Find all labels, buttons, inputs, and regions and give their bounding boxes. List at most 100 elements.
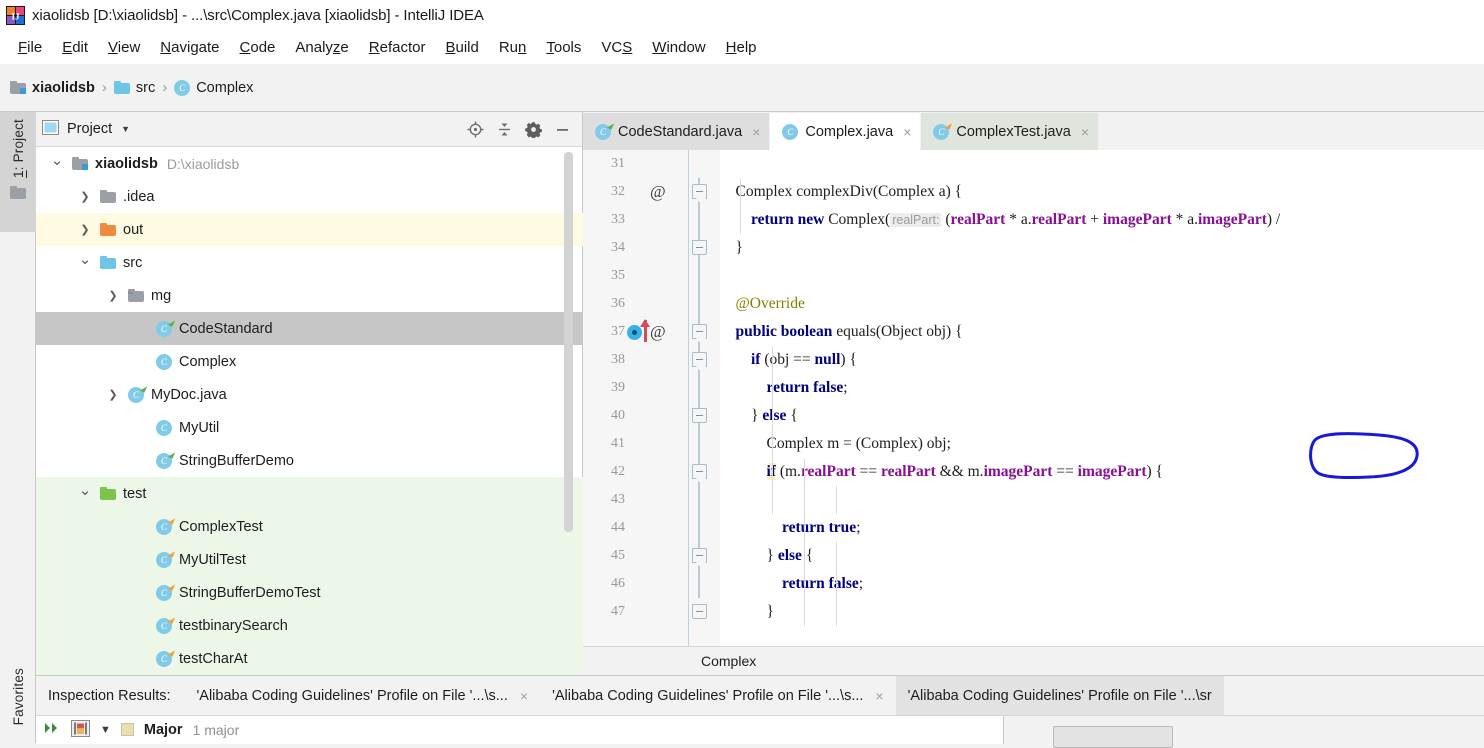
code-line[interactable]: if (m.realPart == realPart && m.imagePar… bbox=[720, 458, 1163, 486]
group-by-severity-icon[interactable] bbox=[71, 719, 90, 740]
fold-collapse-icon[interactable] bbox=[692, 184, 707, 204]
menu-edit[interactable]: Edit bbox=[52, 36, 98, 59]
annotation-gutter-icon[interactable]: @ bbox=[650, 182, 666, 202]
tree-row-mydoc-java[interactable]: CMyDoc.java bbox=[36, 378, 583, 411]
editor-gutter[interactable]: 31 32 @33 34 35 36 37 @38 39 40 41 42 43 44 45 46 47 bbox=[583, 150, 688, 646]
breadcrumb-item-project[interactable]: xiaolidsb bbox=[10, 80, 95, 96]
code-line[interactable]: return false; bbox=[720, 570, 863, 598]
menu-view[interactable]: View bbox=[98, 36, 150, 59]
menu-refactor[interactable]: Refactor bbox=[359, 36, 436, 59]
gutter-line[interactable]: 39 bbox=[583, 374, 688, 402]
gutter-line[interactable]: 45 bbox=[583, 542, 688, 570]
code-line[interactable]: @Override bbox=[720, 290, 805, 318]
gutter-line[interactable]: 33 bbox=[583, 206, 688, 234]
fold-collapse-icon[interactable] bbox=[692, 548, 707, 568]
tree-row-mg[interactable]: mg bbox=[36, 279, 583, 312]
code-line[interactable]: public boolean equals(Object obj) { bbox=[720, 318, 963, 346]
tree-row-myutil[interactable]: C MyUtil bbox=[36, 411, 583, 444]
tree-row-testbinarysearch[interactable]: CtestbinarySearch bbox=[36, 609, 583, 642]
menu-window[interactable]: Window bbox=[642, 36, 715, 59]
gutter-line[interactable]: 46 bbox=[583, 570, 688, 598]
editor-tab-codestandard-java[interactable]: C CodeStandard.java × bbox=[583, 113, 770, 150]
chevron-down-icon[interactable]: ▼ bbox=[100, 724, 111, 736]
menu-tools[interactable]: Tools bbox=[536, 36, 591, 59]
locate-target-icon[interactable] bbox=[466, 120, 485, 139]
project-tree-scrollbar[interactable] bbox=[564, 152, 573, 532]
chevron-right-icon[interactable] bbox=[76, 223, 94, 236]
fold-collapse-icon[interactable] bbox=[692, 324, 707, 344]
code-line[interactable]: } bbox=[720, 598, 774, 626]
gutter-line[interactable]: 40 bbox=[583, 402, 688, 430]
tree-row-complextest[interactable]: C ComplexTest bbox=[36, 510, 583, 543]
override-arrow-icon[interactable] bbox=[640, 319, 650, 342]
menu-navigate[interactable]: Navigate bbox=[150, 36, 229, 59]
menu-code[interactable]: Code bbox=[230, 36, 286, 59]
gutter-line[interactable]: 47 bbox=[583, 598, 688, 626]
inspection-detail-button[interactable] bbox=[1053, 726, 1173, 748]
fold-end-icon[interactable] bbox=[692, 240, 707, 255]
gutter-line[interactable]: 35 bbox=[583, 262, 688, 290]
code-line[interactable]: } else { bbox=[720, 402, 798, 430]
gutter-line[interactable]: 44 bbox=[583, 514, 688, 542]
code-line[interactable]: Complex complexDiv(Complex a) { bbox=[720, 178, 963, 206]
inspection-tab[interactable]: 'Alibaba Coding Guidelines' Profile on F… bbox=[185, 676, 541, 715]
close-icon[interactable]: × bbox=[1081, 124, 1089, 140]
code-line[interactable]: } bbox=[720, 234, 743, 262]
scrollbar-thumb[interactable] bbox=[564, 152, 573, 532]
code-line[interactable]: return new Complex(realPart: (realPart *… bbox=[720, 206, 1280, 234]
code-line[interactable]: } else { bbox=[720, 542, 814, 570]
tree-row-myutiltest[interactable]: C MyUtilTest bbox=[36, 543, 583, 576]
rail-tab-project[interactable]: 1: Project bbox=[0, 112, 36, 232]
chevron-down-icon[interactable] bbox=[76, 485, 94, 503]
chevron-right-icon[interactable] bbox=[104, 388, 122, 401]
fold-collapse-icon[interactable] bbox=[692, 464, 707, 484]
tree-row-src[interactable]: src bbox=[36, 246, 583, 279]
code-line[interactable]: return true; bbox=[720, 514, 861, 542]
fold-end-icon[interactable] bbox=[692, 604, 707, 619]
project-tree[interactable]: xiaolidsbD:\xiaolidsb.ideaoutsrcmgCCodeS… bbox=[36, 147, 583, 675]
gutter-line[interactable]: 41 bbox=[583, 430, 688, 458]
tree-row-testcharat[interactable]: CtestCharAt bbox=[36, 642, 583, 675]
close-icon[interactable]: × bbox=[903, 124, 911, 140]
inspection-tab[interactable]: 'Alibaba Coding Guidelines' Profile on F… bbox=[895, 676, 1224, 715]
tree-row-stringbufferdemotest[interactable]: C StringBufferDemoTest bbox=[36, 576, 583, 609]
gutter-line[interactable]: 43 bbox=[583, 486, 688, 514]
fold-end-icon[interactable] bbox=[692, 408, 707, 423]
overriding-method-icon[interactable] bbox=[627, 325, 642, 340]
close-icon[interactable]: × bbox=[752, 124, 760, 140]
chevron-down-icon[interactable]: ▼ bbox=[121, 124, 130, 134]
gutter-line[interactable]: 36 bbox=[583, 290, 688, 318]
gear-icon[interactable] bbox=[524, 120, 543, 139]
gutter-line[interactable]: 32 @ bbox=[583, 178, 688, 206]
tree-row-complex[interactable]: C Complex bbox=[36, 345, 583, 378]
code-line[interactable]: if (obj == null) { bbox=[720, 346, 857, 374]
editor-tab-complextest-java[interactable]: C ComplexTest.java × bbox=[921, 113, 1098, 150]
menu-analyze[interactable]: Analyze bbox=[285, 36, 358, 59]
annotation-gutter-icon[interactable]: @ bbox=[650, 322, 666, 342]
gutter-line[interactable]: 42 bbox=[583, 458, 688, 486]
code-line[interactable]: Complex m = (Complex) obj; bbox=[720, 430, 951, 458]
chevron-right-icon[interactable] bbox=[104, 289, 122, 302]
gutter-line[interactable]: 34 bbox=[583, 234, 688, 262]
close-icon[interactable]: × bbox=[875, 688, 883, 704]
rail-tab-favorites[interactable]: Favorites bbox=[0, 651, 36, 743]
code-line[interactable]: return false; bbox=[720, 374, 848, 402]
close-icon[interactable]: × bbox=[520, 688, 528, 704]
menu-file[interactable]: File bbox=[8, 36, 52, 59]
editor-tab-complex-java[interactable]: C Complex.java × bbox=[770, 113, 921, 150]
tree-row-test[interactable]: test bbox=[36, 477, 583, 510]
minimize-icon[interactable] bbox=[553, 120, 572, 139]
tree-row-xiaolidsb[interactable]: xiaolidsb D:\xiaolidsb bbox=[36, 147, 583, 180]
tree-row--idea[interactable]: .idea bbox=[36, 180, 583, 213]
chevron-right-icon[interactable] bbox=[76, 190, 94, 203]
code-folding-column[interactable] bbox=[688, 150, 720, 646]
fold-collapse-icon[interactable] bbox=[692, 352, 707, 372]
gutter-line[interactable]: 31 bbox=[583, 150, 688, 178]
breadcrumb-item-class[interactable]: C Complex bbox=[174, 79, 253, 96]
code-editor[interactable]: 31 32 @33 34 35 36 37 @38 39 40 41 42 43 44 45 46 47 Com… bbox=[583, 150, 1484, 646]
editor-breadcrumb[interactable]: Complex bbox=[583, 646, 1484, 675]
inspection-tab[interactable]: 'Alibaba Coding Guidelines' Profile on F… bbox=[540, 676, 896, 715]
code-text[interactable]: Complex complexDiv(Complex a) { return n… bbox=[720, 150, 1484, 646]
tree-row-codestandard[interactable]: C CodeStandard bbox=[36, 312, 583, 345]
breadcrumb-item-src[interactable]: src bbox=[113, 80, 155, 96]
